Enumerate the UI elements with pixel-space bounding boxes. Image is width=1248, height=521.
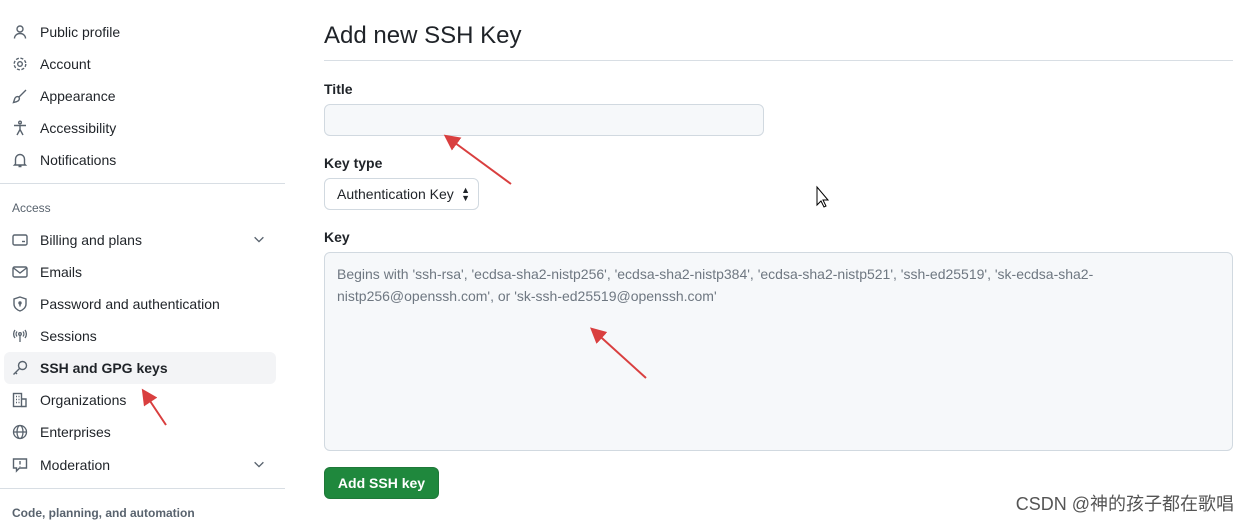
sidebar-item-label: Account (40, 56, 91, 72)
bell-icon (12, 152, 28, 168)
sidebar-item-label: Appearance (40, 88, 116, 104)
add-ssh-key-button[interactable]: Add SSH key (324, 467, 439, 499)
sidebar-item-sessions[interactable]: Sessions (4, 320, 276, 352)
paintbrush-icon (12, 88, 28, 104)
sidebar-divider (0, 183, 285, 184)
sidebar-item-label: Public profile (40, 24, 121, 40)
sidebar-item-label: Notifications (40, 152, 117, 168)
watermark: CSDN @神的孩子都在歌唱 (1015, 494, 1234, 514)
title-divider (324, 60, 1233, 61)
sidebar-item-label: Password and authentication (40, 296, 220, 312)
shield-lock-icon (12, 296, 28, 312)
person-icon (12, 24, 28, 40)
key-label: Key (324, 229, 350, 245)
sidebar-item-enterprises[interactable]: Enterprises (4, 416, 276, 448)
credit-card-icon (12, 232, 28, 248)
accessibility-icon (12, 120, 28, 136)
sidebar-item-label: Moderation (40, 457, 111, 473)
sidebar-item-emails[interactable]: Emails (4, 256, 276, 288)
sidebar-item-appearance[interactable]: Appearance (4, 80, 276, 112)
globe-icon (12, 424, 28, 440)
title-input[interactable] (324, 104, 764, 136)
sidebar-item-label: Accessibility (40, 120, 117, 136)
sidebar-item-billing[interactable]: Billing and plans (4, 224, 276, 256)
sidebar-item-notifications[interactable]: Notifications (4, 144, 276, 176)
annotation-arrow (443, 134, 512, 185)
sidebar-item-organizations[interactable]: Organizations (4, 384, 276, 416)
sidebar-item-label: Enterprises (40, 424, 111, 440)
sidebar-item-ssh-gpg-keys[interactable]: SSH and GPG keys (4, 352, 276, 384)
key-type-label: Key type (324, 155, 383, 171)
sidebar-item-public-profile[interactable]: Public profile (4, 16, 276, 48)
chevron-down-icon[interactable] (252, 232, 266, 249)
page-title: Add new SSH Key (324, 22, 522, 49)
key-type-select[interactable]: Authentication Key ▲ ▼ (324, 178, 479, 210)
sidebar-divider (0, 488, 285, 489)
key-type-value: Authentication Key (337, 186, 454, 202)
sidebar-item-moderation[interactable]: Moderation (4, 449, 276, 481)
gear-icon (12, 56, 28, 72)
title-label: Title (324, 81, 353, 97)
sidebar-item-label: SSH and GPG keys (40, 360, 168, 376)
broadcast-icon (12, 328, 28, 344)
organization-icon (12, 392, 28, 408)
sidebar-item-label: Sessions (40, 328, 97, 344)
mouse-cursor-icon (816, 185, 830, 208)
select-caret-icon: ▲ ▼ (461, 185, 470, 203)
section-heading-code: Code, planning, and automation (12, 506, 195, 520)
key-icon (12, 360, 28, 376)
key-textarea[interactable]: Begins with 'ssh-rsa', 'ecdsa-sha2-nistp… (324, 252, 1233, 451)
sidebar-item-label: Emails (40, 264, 83, 280)
mail-icon (12, 264, 28, 280)
section-heading-access: Access (12, 201, 51, 215)
sidebar-item-password-auth[interactable]: Password and authentication (4, 288, 276, 320)
sidebar-item-label: Billing and plans (40, 232, 142, 248)
key-placeholder: Begins with 'ssh-rsa', 'ecdsa-sha2-nistp… (337, 266, 1094, 304)
report-icon (12, 457, 28, 473)
sidebar-item-label: Organizations (40, 392, 127, 408)
chevron-down-icon[interactable] (252, 457, 266, 474)
sidebar-item-accessibility[interactable]: Accessibility (4, 112, 276, 144)
sidebar-item-account[interactable]: Account (4, 48, 276, 80)
